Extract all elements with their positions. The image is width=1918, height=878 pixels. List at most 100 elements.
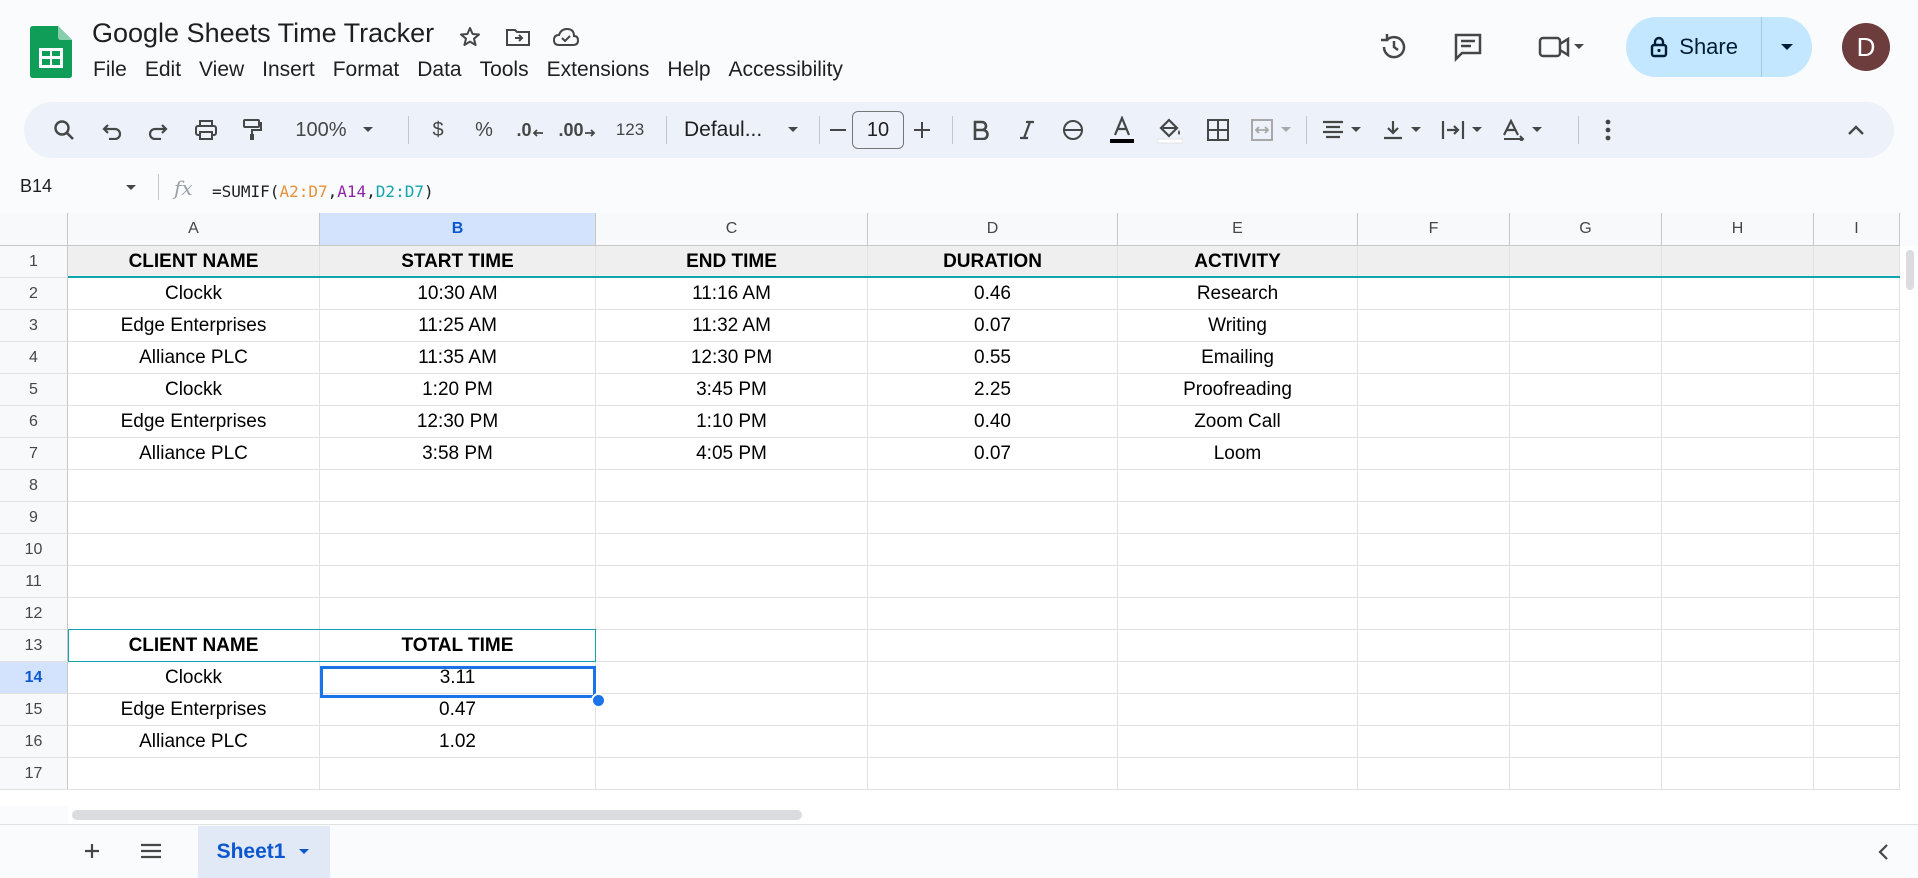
cell[interactable] [1358,342,1510,374]
cell[interactable] [1510,246,1662,278]
decrease-decimal-button[interactable]: .0 [510,102,550,158]
menu-insert[interactable]: Insert [253,56,324,86]
cell[interactable] [1358,406,1510,438]
cell[interactable] [1814,534,1900,566]
cell[interactable]: 3:58 PM [320,438,596,470]
cell[interactable]: Loom [1118,438,1358,470]
more-options-icon[interactable] [1590,102,1626,158]
cell[interactable] [1118,566,1358,598]
increase-font-size-icon[interactable] [904,102,940,158]
strikethrough-icon[interactable] [1052,102,1094,158]
cell[interactable] [1814,598,1900,630]
column-header-d[interactable]: D [868,213,1118,246]
name-box-dropdown[interactable] [124,180,138,198]
cell[interactable] [596,566,868,598]
cell[interactable] [1662,758,1814,790]
cell[interactable]: Alliance PLC [68,726,320,758]
cell[interactable] [868,502,1118,534]
cell[interactable]: 0.55 [868,342,1118,374]
cell[interactable] [596,470,868,502]
document-title[interactable]: Google Sheets Time Tracker [92,18,434,49]
cell[interactable] [1510,566,1662,598]
row-header-10[interactable]: 10 [0,534,68,566]
cell[interactable] [1814,278,1900,310]
column-header-f[interactable]: F [1358,213,1510,246]
cell[interactable] [1662,438,1814,470]
version-history-icon[interactable] [1374,27,1414,67]
vertical-scroll-thumb[interactable] [1906,250,1914,290]
cell[interactable]: 3:45 PM [596,374,868,406]
meet-button[interactable] [1528,27,1598,67]
all-sheets-icon[interactable] [134,835,168,867]
cell[interactable]: 0.07 [868,310,1118,342]
cell[interactable] [1510,662,1662,694]
cell[interactable]: Alliance PLC [68,438,320,470]
cell[interactable] [1358,630,1510,662]
cell[interactable] [1118,598,1358,630]
paint-format-icon[interactable] [234,102,270,158]
menu-tools[interactable]: Tools [471,56,538,86]
cell[interactable] [320,598,596,630]
cell[interactable]: 11:25 AM [320,310,596,342]
font-size-input[interactable]: 10 [852,111,904,149]
column-header-g[interactable]: G [1510,213,1662,246]
cell[interactable] [1662,726,1814,758]
cell[interactable] [868,758,1118,790]
cell[interactable]: Clockk [68,662,320,694]
text-wrapping-icon[interactable] [1434,102,1490,158]
cell[interactable] [1358,566,1510,598]
cell[interactable]: 12:30 PM [596,342,868,374]
cell[interactable]: 0.47 [320,694,596,726]
select-all-corner[interactable] [0,213,68,246]
row-header-2[interactable]: 2 [0,278,68,310]
spreadsheet-grid[interactable]: ABCDEFGHI 1 2 3 4 5 6 7 8 9 10 11 12 13 14 15 16 17 CLIE… [0,213,1900,806]
star-icon[interactable] [455,22,485,52]
comments-icon[interactable] [1448,27,1488,67]
cell[interactable] [1814,374,1900,406]
vertical-align-icon[interactable] [1374,102,1430,158]
cell[interactable] [1358,278,1510,310]
row-header-1[interactable]: 1 [0,246,68,278]
cell[interactable] [1118,758,1358,790]
cell[interactable]: 0.46 [868,278,1118,310]
cell[interactable] [596,694,868,726]
cell[interactable]: Zoom Call [1118,406,1358,438]
cell[interactable] [868,534,1118,566]
menu-help[interactable]: Help [658,56,719,86]
cell[interactable]: Proofreading [1118,374,1358,406]
name-box[interactable]: B14 [20,176,120,197]
redo-icon[interactable] [140,102,176,158]
cell[interactable]: Clockk [68,278,320,310]
cell[interactable]: 0.07 [868,438,1118,470]
cell[interactable] [1510,310,1662,342]
cell[interactable] [1118,630,1358,662]
cell[interactable] [596,630,868,662]
add-sheet-icon[interactable] [76,835,108,867]
cell[interactable]: Alliance PLC [68,342,320,374]
column-header-h[interactable]: H [1662,213,1814,246]
cell[interactable] [68,502,320,534]
share-dropdown-button[interactable] [1762,17,1812,77]
cell[interactable]: 4:05 PM [596,438,868,470]
cell[interactable] [1662,342,1814,374]
cell[interactable] [68,534,320,566]
cell[interactable]: 11:35 AM [320,342,596,374]
sheets-logo-icon[interactable] [30,26,72,78]
cell[interactable]: Edge Enterprises [68,310,320,342]
cell[interactable] [1358,438,1510,470]
increase-decimal-button[interactable]: .00 [554,102,600,158]
cell[interactable] [868,662,1118,694]
row-header-3[interactable]: 3 [0,310,68,342]
row-header-8[interactable]: 8 [0,470,68,502]
zoom-select[interactable]: 100% [280,102,390,158]
cell[interactable] [68,470,320,502]
cell[interactable] [1662,374,1814,406]
italic-icon[interactable] [1006,102,1048,158]
cell[interactable] [1814,726,1900,758]
cell[interactable]: 10:30 AM [320,278,596,310]
row-header-17[interactable]: 17 [0,758,68,790]
horizontal-scroll-thumb[interactable] [72,810,802,820]
cell[interactable]: 1:20 PM [320,374,596,406]
cell[interactable] [1358,694,1510,726]
menu-data[interactable]: Data [408,56,470,86]
